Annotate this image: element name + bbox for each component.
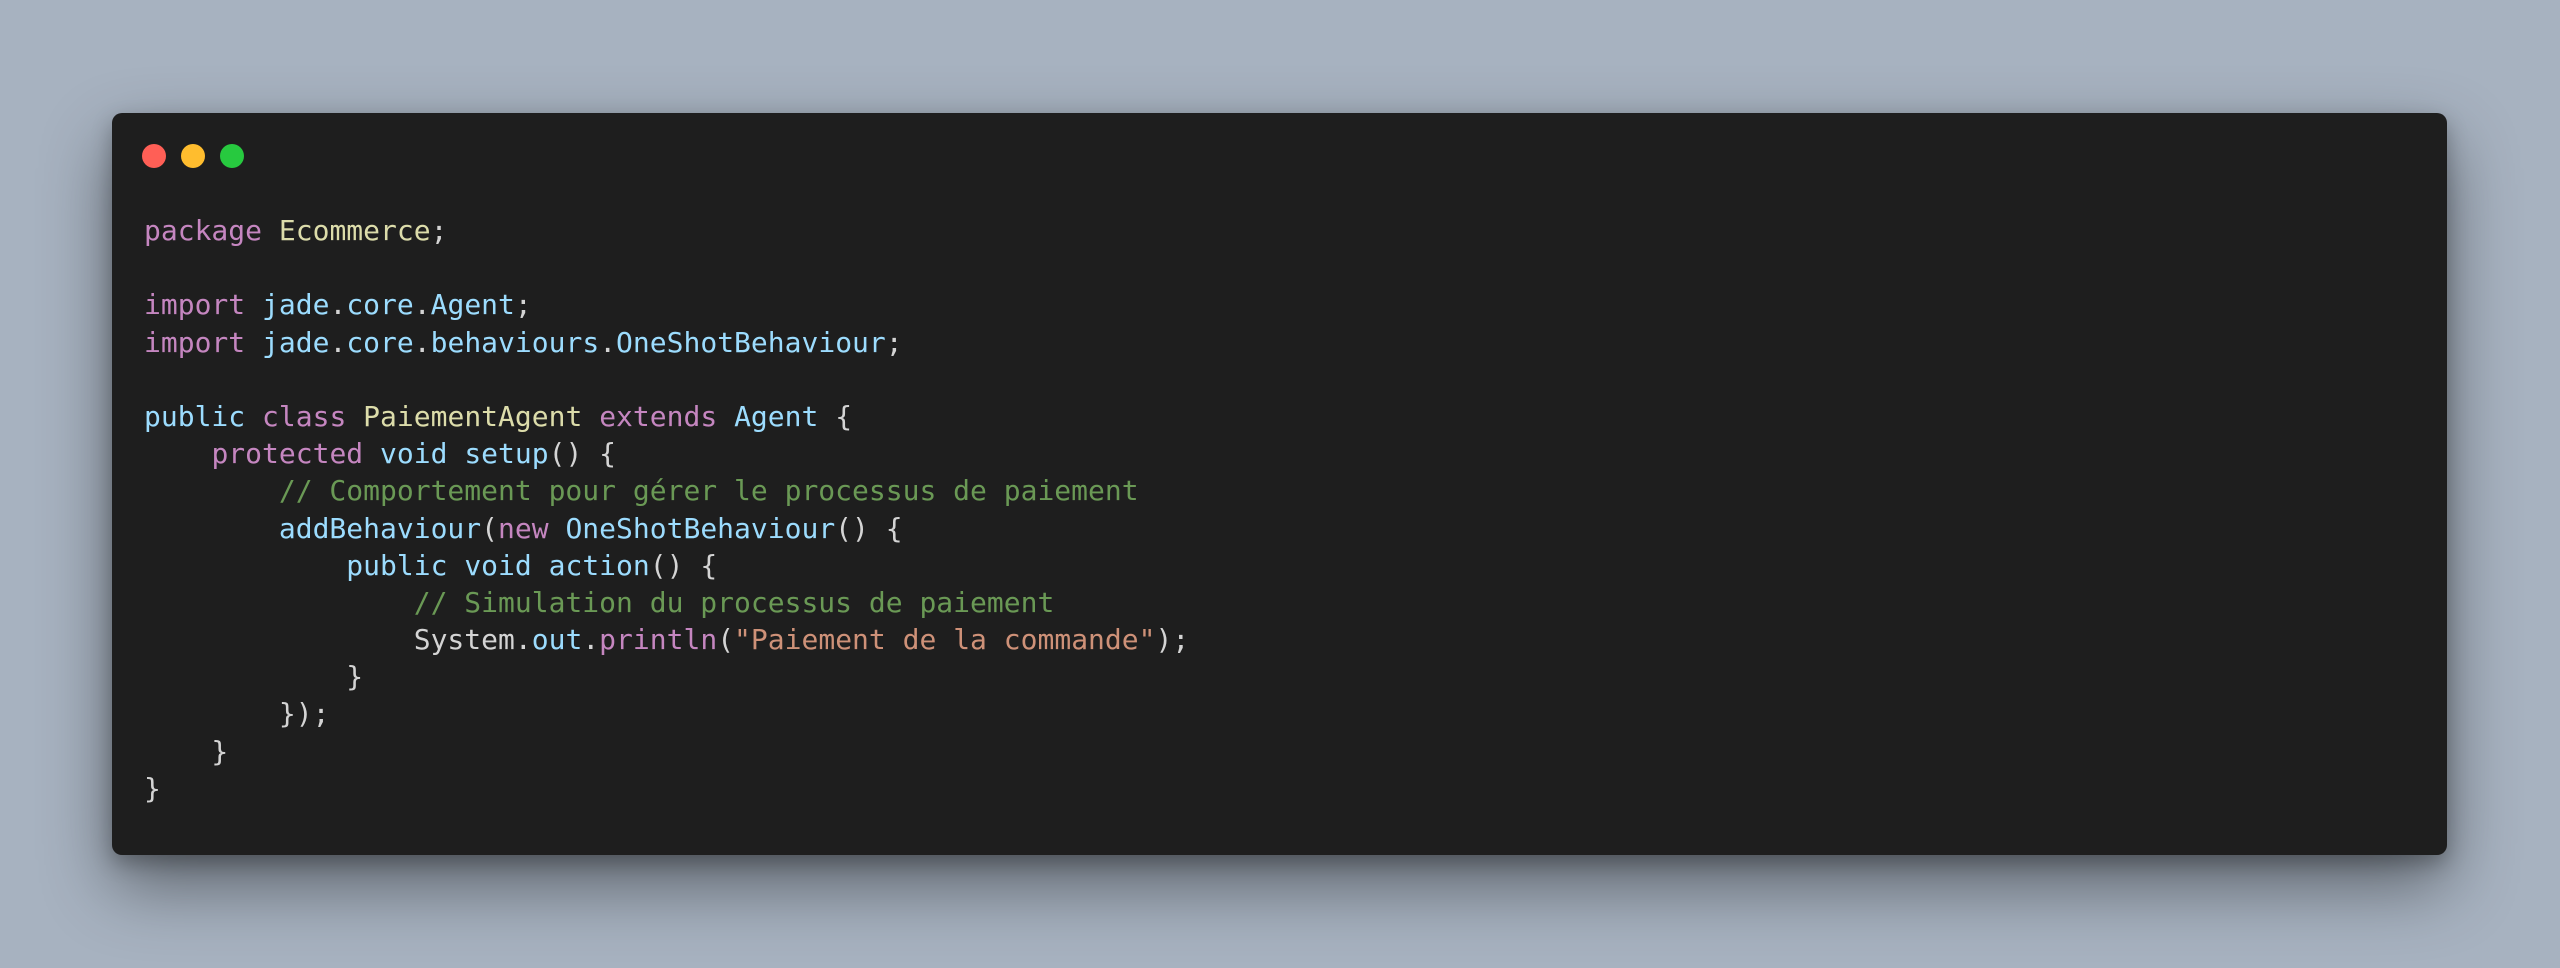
code-line: addBehaviour(new OneShotBehaviour() { [144,510,1189,547]
comment-token: // Comportement pour gérer le processus … [278,474,1139,508]
storage-token: void [464,548,532,582]
identifier-token: jade [262,325,330,359]
code-block: package Ecommerce; import jade.core.Agent… [144,212,1189,807]
storage-token: void [380,437,448,471]
identifier-token: Agent [430,288,515,322]
identifier-token: action [548,548,650,582]
plain-token: ; [514,288,532,322]
type-token: PaiementAgent [363,399,583,433]
type-token: Ecommerce [278,214,431,247]
storage-token: public [346,548,448,582]
identifier-token: addBehaviour [278,511,482,545]
identifier-token: core [346,288,414,322]
identifier-token: OneShotBehaviour [616,325,886,359]
plain-token: } [144,734,229,768]
identifier-token: out [531,623,583,657]
code-line: } [144,770,1189,807]
plain-token: () { [835,511,903,545]
code-line: import jade.core.behaviours.OneShotBehav… [144,324,1189,361]
code-line: // Comportement pour gérer le processus … [144,472,1189,509]
plain-token: . [599,325,617,359]
close-button[interactable] [142,144,166,168]
keyword-token: extends [599,399,718,433]
storage-token: public [144,399,246,433]
keyword-token: import [144,325,246,359]
keyword-token: import [144,288,246,322]
identifier-token: setup [464,437,549,471]
code-line: // Simulation du processus de paiement [144,584,1189,621]
code-line: public void action() { [144,547,1189,584]
code-line: System.out.println("Paiement de la comma… [144,621,1189,658]
keyword-token: protected [211,437,364,471]
maximize-button[interactable] [220,144,244,168]
keyword-token: new [498,511,549,545]
code-line: } [144,733,1189,770]
plain-token: ( [717,623,735,657]
plain-token: } [144,660,364,694]
plain-token: . [329,325,347,359]
code-line: } [144,658,1189,695]
code-window: package Ecommerce; import jade.core.Agent… [112,113,2447,855]
plain-token: . [329,288,347,322]
plain-token: . [582,623,600,657]
code-line: public class PaiementAgent extends Agent… [144,398,1189,435]
keyword-token: println [599,623,718,657]
code-line: import jade.core.Agent; [144,286,1189,323]
code-line: package Ecommerce; [144,212,1189,249]
plain-token: . [413,288,431,322]
code-line: }); [144,695,1189,732]
string-token: "Paiement de la commande" [734,623,1156,657]
plain-token: () { [649,548,718,582]
plain-token: }); [144,697,330,731]
code-line: protected void setup() { [144,435,1189,472]
plain-token: () { [548,437,617,471]
plain-token: ( [481,511,499,545]
plain-token: . [514,623,532,657]
plain-token: . [413,325,431,359]
plain-token: System [413,623,515,657]
plain-token: ; [430,214,448,247]
plain-token: } [144,771,161,805]
plain-token: ); [1155,623,1190,657]
plain-token: { [818,399,853,433]
identifier-token: jade [262,288,330,322]
comment-token: // Simulation du processus de paiement [413,585,1055,619]
identifier-token: OneShotBehaviour [565,511,836,545]
window-controls [142,144,244,168]
plain-token: ; [885,325,903,359]
identifier-token: Agent [734,399,819,433]
keyword-token: package [144,214,263,247]
identifier-token: core [346,325,414,359]
minimize-button[interactable] [181,144,205,168]
identifier-token: behaviours [430,325,600,359]
keyword-token: class [262,399,347,433]
